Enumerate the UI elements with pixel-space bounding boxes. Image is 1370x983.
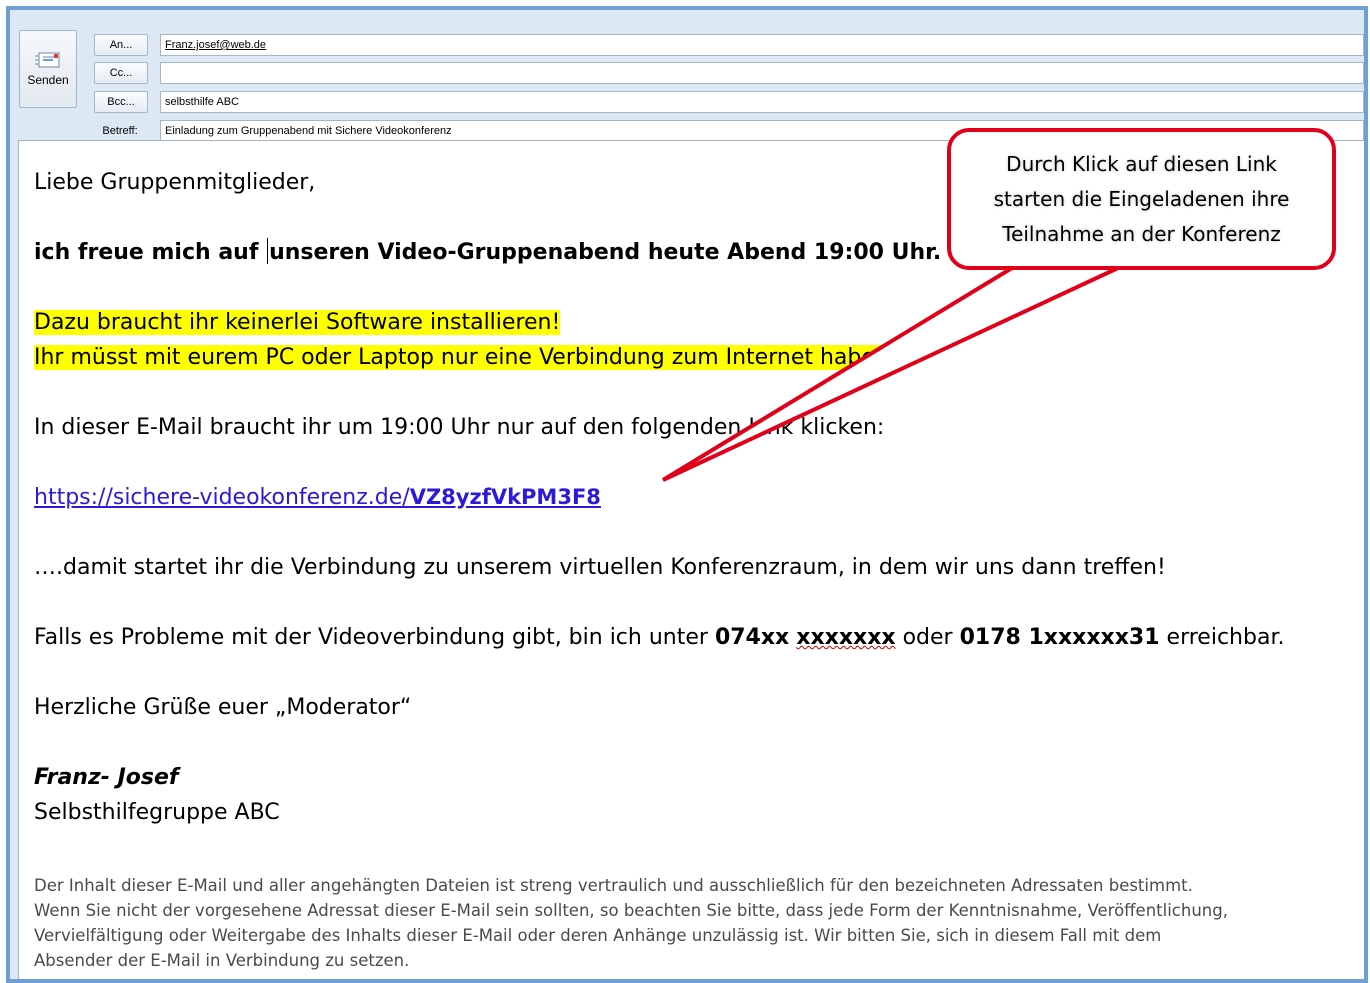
closing-line: Herzliche Grüße euer „Moderator“ (34, 695, 412, 720)
cc-field[interactable] (160, 62, 1364, 84)
phone-1-suffix: xxxxxxx (796, 625, 896, 650)
problems-prefix: Falls es Probleme mit der Videoverbindun… (34, 625, 715, 650)
conference-link-base: https://sichere-videokonferenz.de/ (34, 485, 410, 510)
callout-text: Durch Klick auf diesen Link starten die … (972, 147, 1312, 252)
disclaimer-line: Der Inhalt dieser E-Mail und aller angeh… (34, 876, 1193, 895)
to-recipient: Franz.josef@web.de (165, 39, 267, 51)
send-button[interactable]: Senden (19, 30, 77, 108)
highlight-line-2: Ihr müsst mit eurem PC oder Laptop nur e… (34, 340, 1354, 375)
bcc-button[interactable]: Bcc... (94, 91, 148, 113)
bcc-field[interactable]: selbsthilfe ABC (160, 91, 1364, 113)
disclaimer-line: Wenn Sie nicht der vorgesehene Adressat … (34, 901, 1228, 920)
bcc-recipient: selbsthilfe ABC (165, 96, 239, 108)
send-mail-icon (35, 51, 61, 69)
intro-before-cursor: ich freue mich auf (34, 240, 267, 265)
annotation-callout: Durch Klick auf diesen Link starten die … (947, 128, 1336, 270)
callout-line: Durch Klick auf diesen Link (1006, 151, 1277, 176)
to-button[interactable]: An... (94, 34, 148, 56)
text-cursor (267, 238, 269, 264)
subject-label: Betreff: (102, 125, 138, 137)
subject-text: Einladung zum Gruppenabend mit Sichere V… (165, 124, 452, 137)
phone-1-prefix: 074xx (714, 625, 790, 650)
problems-suffix: erreichbar. (1159, 625, 1285, 650)
phone-2: 0178 1xxxxxx31 (959, 625, 1160, 650)
send-label: Senden (27, 73, 69, 87)
legal-disclaimer: Der Inhalt dieser E-Mail und aller angeh… (34, 873, 1334, 973)
highlight-text-2: Ihr müsst mit eurem PC oder Laptop nur e… (34, 345, 896, 370)
callout-line: starten die Eingeladenen ihre (993, 186, 1290, 211)
highlight-line-1: Dazu braucht ihr keinerlei Software inst… (34, 305, 1354, 340)
to-field[interactable]: Franz.josef@web.de (160, 34, 1364, 56)
conference-link-code: VZ8yzfVkPM3F8 (409, 485, 601, 509)
signature-name: Franz- Josef (34, 765, 179, 790)
conference-link[interactable]: https://sichere-videokonferenz.de/VZ8yzf… (34, 485, 601, 510)
conference-link-line: https://sichere-videokonferenz.de/VZ8yzf… (34, 480, 1354, 515)
cc-button[interactable]: Cc... (94, 62, 148, 84)
disclaimer-line: Vervielfältigung oder Weitergabe des Inh… (34, 926, 1162, 945)
after-link-line: ….damit startet ihr die Verbindung zu un… (34, 555, 1166, 580)
highlight-text-1: Dazu braucht ihr keinerlei Software inst… (34, 310, 561, 335)
callout-line: Teilnahme an der Konferenz (1002, 221, 1281, 246)
problems-line: Falls es Probleme mit der Videoverbindun… (34, 620, 1354, 655)
problems-middle: oder (895, 625, 960, 650)
compose-header: Senden An... Franz.josef@web.de Cc... Bc… (10, 10, 1364, 141)
intro-after-cursor: unseren Video-Gruppenabend heute Abend 1… (269, 240, 942, 265)
instruction-line: In dieser E-Mail braucht ihr um 19:00 Uh… (34, 415, 885, 440)
signature-org: Selbsthilfegruppe ABC (34, 800, 280, 825)
disclaimer-line: Absender der E-Mail in Verbindung zu set… (34, 951, 410, 970)
